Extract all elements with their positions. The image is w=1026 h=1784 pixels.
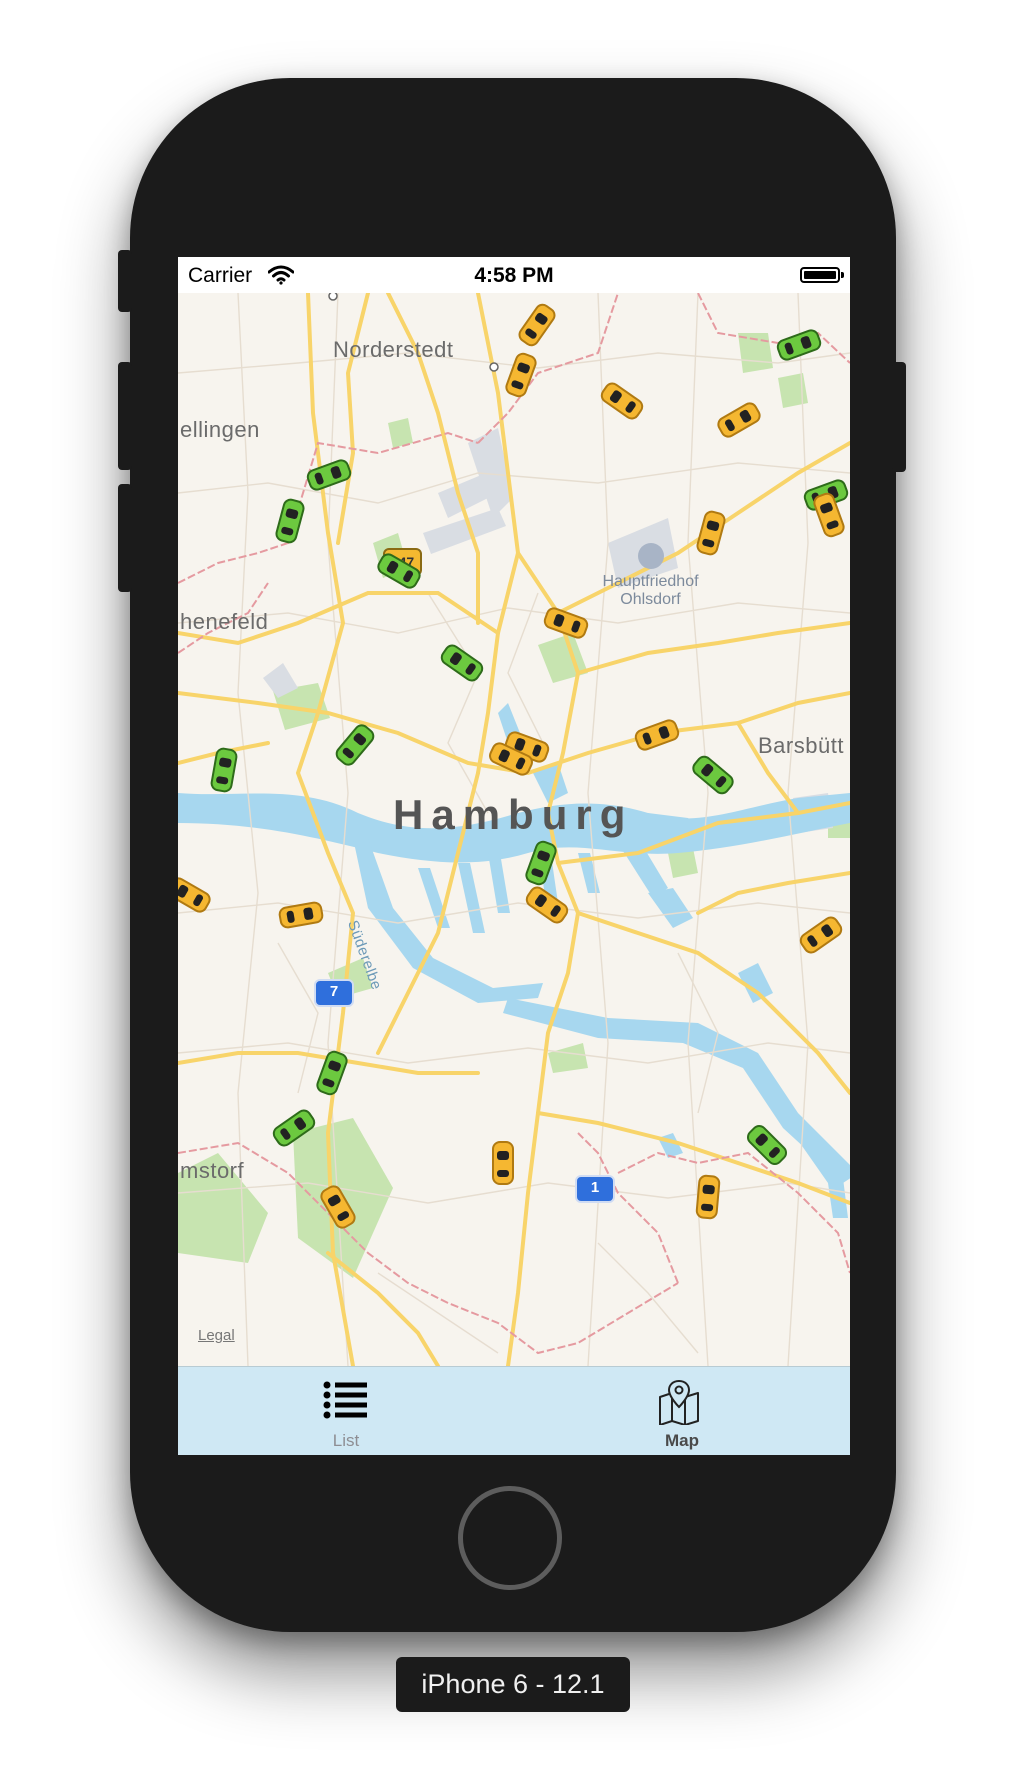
legal-link[interactable]: Legal (198, 1327, 235, 1344)
tab-bar: List Map (178, 1366, 850, 1455)
place-henefeld: henefeld (180, 609, 269, 634)
clock: 4:58 PM (474, 264, 554, 287)
route-shield-a1: 1 (575, 1175, 615, 1203)
place-barsbuett: Barsbütt (758, 733, 844, 758)
status-bar: Carrier 4:58 PM (178, 257, 850, 293)
battery-icon (800, 267, 844, 283)
volume-up-button (118, 362, 132, 470)
place-msdorf: mstorf (180, 1158, 245, 1183)
device-label: iPhone 6 - 12.1 (396, 1657, 630, 1712)
app-screen: Carrier 4:58 PM Norderstedt ellingen hen… (178, 257, 850, 1455)
taxi-marker-yellow[interactable] (492, 1141, 514, 1185)
map-pin-icon (657, 1379, 703, 1430)
cemetery-icon (637, 543, 664, 569)
home-button[interactable] (458, 1486, 562, 1590)
mute-switch (118, 250, 132, 312)
taxi-marker-yellow[interactable] (695, 1174, 721, 1220)
route-shield-a7: 7 (314, 979, 354, 1007)
place-ellingen: ellingen (180, 417, 260, 442)
poi-hauptfriedhof-label: Hauptfriedhof Ohlsdorf (602, 573, 699, 608)
map-view[interactable]: Norderstedt ellingen henefeld Barsbütt m… (178, 293, 850, 1366)
poi-hauptfriedhof: Hauptfriedhof Ohlsdorf (583, 543, 718, 609)
place-hamburg: Hamburg (393, 791, 634, 838)
power-button (892, 362, 906, 472)
place-norderstedt: Norderstedt (333, 337, 454, 362)
tab-list[interactable]: List (178, 1367, 514, 1455)
list-icon (323, 1380, 369, 1425)
volume-down-button (118, 484, 132, 592)
tab-map[interactable]: Map (514, 1367, 850, 1455)
tab-list-label: List (332, 1431, 360, 1450)
tab-map-label: Map (665, 1431, 699, 1450)
